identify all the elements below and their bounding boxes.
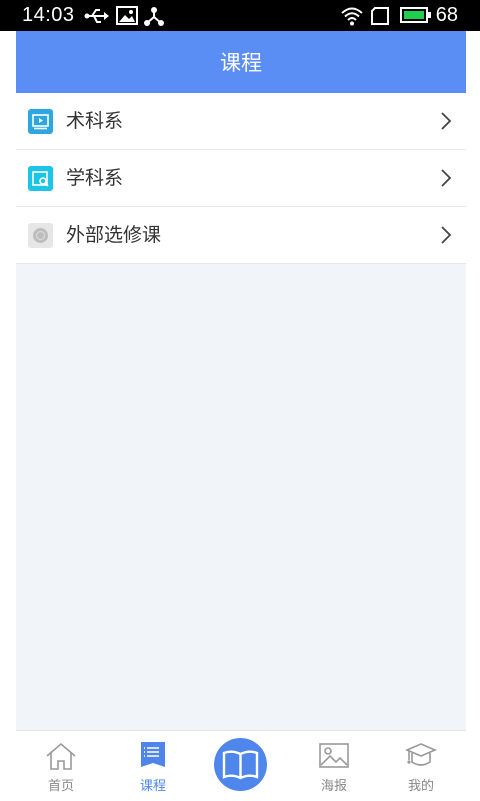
- bottom-tab-bar: 首页 课程 海报 我的: [16, 730, 466, 801]
- sim-icon: [371, 7, 389, 25]
- list-item-xuekexi[interactable]: 学科系: [16, 150, 466, 207]
- wifi-icon: [341, 7, 363, 26]
- center-book-button[interactable]: [214, 738, 267, 791]
- book-icon: [222, 750, 259, 780]
- battery-percentage: 68: [435, 4, 458, 26]
- list-item-label: 术科系: [66, 110, 124, 132]
- course-list-icon: [141, 742, 165, 767]
- tab-mine[interactable]: 我的: [376, 731, 466, 801]
- list-item-shukexi[interactable]: 术科系: [16, 93, 466, 150]
- course-list: 术科系 学科系 外部选修课: [16, 93, 466, 264]
- share-icon: [144, 7, 164, 26]
- image-icon: [116, 6, 138, 25]
- tab-label: 课程: [139, 779, 166, 794]
- tab-poster[interactable]: 海报: [289, 731, 379, 801]
- picture-icon: [319, 743, 349, 768]
- tab-home[interactable]: 首页: [16, 731, 106, 801]
- gray-circle-icon: [28, 223, 53, 248]
- status-bar: 14:03 68: [0, 0, 480, 31]
- chevron-right-icon: [441, 226, 452, 244]
- graduation-cap-icon: [405, 743, 437, 766]
- list-item-waibuxuanxiuke[interactable]: 外部选修课: [16, 207, 466, 264]
- chevron-right-icon: [441, 169, 452, 187]
- battery-icon: [400, 7, 431, 23]
- tab-label: 海报: [320, 779, 347, 794]
- tab-label: 我的: [407, 779, 434, 794]
- video-icon: [28, 109, 53, 134]
- page-title: 课程: [220, 51, 262, 75]
- tab-course[interactable]: 课程: [108, 731, 198, 801]
- home-icon: [46, 742, 76, 770]
- list-item-label: 外部选修课: [66, 224, 162, 246]
- app-container: 课程 术科系 学科系 外部选修课 首页 课程 海报 我的: [16, 31, 466, 801]
- usb-icon: [84, 9, 109, 23]
- status-time: 14:03: [22, 4, 75, 26]
- tab-label: 首页: [47, 779, 74, 794]
- search-box-icon: [28, 166, 53, 191]
- chevron-right-icon: [441, 112, 452, 130]
- page-header: 课程: [16, 31, 466, 93]
- list-item-label: 学科系: [66, 167, 124, 189]
